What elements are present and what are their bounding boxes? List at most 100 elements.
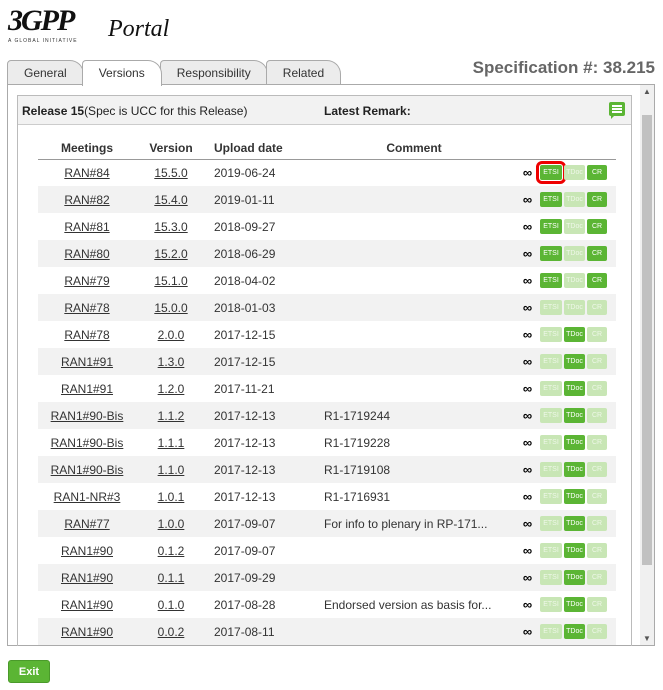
meeting-link[interactable]: RAN1#90 — [61, 625, 113, 639]
vertical-scrollbar[interactable]: ▲ ▼ — [640, 85, 654, 645]
version-link[interactable]: 15.4.0 — [154, 193, 187, 207]
meeting-link[interactable]: RAN#82 — [64, 193, 109, 207]
cr-button[interactable]: CR — [587, 597, 607, 612]
etsi-button[interactable]: ETSI — [536, 161, 566, 185]
scroll-down-icon[interactable]: ▼ — [643, 634, 651, 643]
cr-button[interactable]: CR — [587, 435, 607, 450]
glasses-icon[interactable]: ∞ — [523, 219, 532, 234]
glasses-icon[interactable]: ∞ — [523, 300, 532, 315]
cr-button[interactable]: CR — [587, 219, 607, 234]
tab-versions[interactable]: Versions — [81, 60, 162, 86]
version-link[interactable]: 15.5.0 — [154, 166, 187, 180]
cr-button[interactable]: CR — [587, 192, 607, 207]
scroll-thumb[interactable] — [642, 115, 652, 565]
tdoc-button[interactable]: TDoc — [564, 570, 585, 585]
tab-responsibility[interactable]: Responsibility — [159, 60, 268, 85]
meeting-link[interactable]: RAN#77 — [64, 517, 109, 531]
cr-button[interactable]: CR — [587, 300, 607, 315]
version-link[interactable]: 0.1.1 — [158, 571, 185, 585]
glasses-icon[interactable]: ∞ — [523, 597, 532, 612]
etsi-button[interactable]: ETSI — [540, 543, 562, 558]
tdoc-button[interactable]: TDoc — [564, 246, 585, 261]
glasses-icon[interactable]: ∞ — [523, 381, 532, 396]
tdoc-button[interactable]: TDoc — [564, 219, 585, 234]
etsi-button[interactable]: ETSI — [540, 624, 562, 639]
cr-button[interactable]: CR — [587, 381, 607, 396]
tdoc-button[interactable]: TDoc — [564, 435, 585, 450]
meeting-link[interactable]: RAN#79 — [64, 274, 109, 288]
meeting-link[interactable]: RAN1#90 — [61, 598, 113, 612]
meeting-link[interactable]: RAN1#90 — [61, 571, 113, 585]
cr-button[interactable]: CR — [587, 354, 607, 369]
tdoc-button[interactable]: TDoc — [564, 165, 585, 181]
exit-button[interactable]: Exit — [8, 660, 50, 683]
tdoc-button[interactable]: TDoc — [564, 300, 585, 315]
etsi-button[interactable]: ETSI — [540, 570, 562, 585]
cr-button[interactable]: CR — [587, 570, 607, 585]
tdoc-button[interactable]: TDoc — [564, 543, 585, 558]
tdoc-button[interactable]: TDoc — [564, 327, 585, 342]
version-link[interactable]: 15.0.0 — [154, 301, 187, 315]
meeting-link[interactable]: RAN1#90-Bis — [51, 436, 124, 450]
cr-button[interactable]: CR — [587, 624, 607, 639]
meeting-link[interactable]: RAN1#90-Bis — [51, 409, 124, 423]
etsi-button[interactable]: ETSI — [540, 381, 562, 396]
version-link[interactable]: 1.1.1 — [158, 436, 185, 450]
version-link[interactable]: 1.1.0 — [158, 463, 185, 477]
version-link[interactable]: 1.3.0 — [158, 355, 185, 369]
etsi-button[interactable]: ETSI — [540, 219, 562, 234]
glasses-icon[interactable]: ∞ — [523, 624, 532, 639]
cr-button[interactable]: CR — [587, 462, 607, 477]
meeting-link[interactable]: RAN#78 — [64, 328, 109, 342]
cr-button[interactable]: CR — [587, 543, 607, 558]
meeting-link[interactable]: RAN1-NR#3 — [54, 490, 121, 504]
tdoc-button[interactable]: TDoc — [564, 597, 585, 612]
version-link[interactable]: 0.1.0 — [158, 598, 185, 612]
glasses-icon[interactable]: ∞ — [523, 570, 532, 585]
etsi-button[interactable]: ETSI — [540, 489, 562, 504]
glasses-icon[interactable]: ∞ — [523, 489, 532, 504]
version-link[interactable]: 1.2.0 — [158, 382, 185, 396]
glasses-icon[interactable]: ∞ — [523, 462, 532, 477]
meeting-link[interactable]: RAN1#91 — [61, 382, 113, 396]
glasses-icon[interactable]: ∞ — [523, 327, 532, 342]
glasses-icon[interactable]: ∞ — [523, 273, 532, 288]
cr-button[interactable]: CR — [587, 246, 607, 261]
etsi-button[interactable]: ETSI — [540, 354, 562, 369]
version-link[interactable]: 2.0.0 — [158, 328, 185, 342]
version-link[interactable]: 15.3.0 — [154, 220, 187, 234]
glasses-icon[interactable]: ∞ — [523, 408, 532, 423]
version-link[interactable]: 15.1.0 — [154, 274, 187, 288]
version-link[interactable]: 1.0.1 — [158, 490, 185, 504]
glasses-icon[interactable]: ∞ — [523, 192, 532, 207]
comment-icon[interactable] — [609, 102, 625, 119]
tdoc-button[interactable]: TDoc — [564, 354, 585, 369]
etsi-button[interactable]: ETSI — [540, 408, 562, 423]
cr-button[interactable]: CR — [587, 408, 607, 423]
cr-button[interactable]: CR — [587, 327, 607, 342]
glasses-icon[interactable]: ∞ — [523, 435, 532, 450]
etsi-button[interactable]: ETSI — [540, 597, 562, 612]
version-link[interactable]: 1.1.2 — [158, 409, 185, 423]
tab-related[interactable]: Related — [265, 60, 342, 85]
version-link[interactable]: 15.2.0 — [154, 247, 187, 261]
tdoc-button[interactable]: TDoc — [564, 381, 585, 396]
meeting-link[interactable]: RAN#84 — [64, 166, 109, 180]
meeting-link[interactable]: RAN#81 — [64, 220, 109, 234]
tab-general[interactable]: General — [7, 60, 84, 85]
tdoc-button[interactable]: TDoc — [564, 273, 585, 288]
glasses-icon[interactable]: ∞ — [523, 543, 532, 558]
tdoc-button[interactable]: TDoc — [564, 489, 585, 504]
tdoc-button[interactable]: TDoc — [564, 408, 585, 423]
meeting-link[interactable]: RAN#80 — [64, 247, 109, 261]
tdoc-button[interactable]: TDoc — [564, 462, 585, 477]
etsi-button[interactable]: ETSI — [540, 300, 562, 315]
etsi-button[interactable]: ETSI — [540, 246, 562, 261]
etsi-button[interactable]: ETSI — [540, 435, 562, 450]
meeting-link[interactable]: RAN1#90 — [61, 544, 113, 558]
tdoc-button[interactable]: TDoc — [564, 516, 585, 531]
glasses-icon[interactable]: ∞ — [523, 516, 532, 531]
meeting-link[interactable]: RAN1#91 — [61, 355, 113, 369]
glasses-icon[interactable]: ∞ — [523, 246, 532, 261]
etsi-button[interactable]: ETSI — [540, 327, 562, 342]
